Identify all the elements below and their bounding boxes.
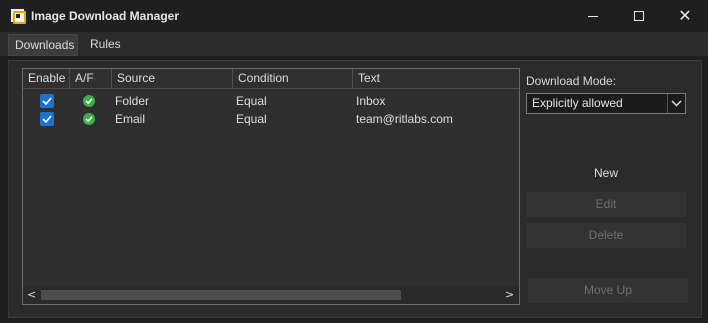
tab-downloads[interactable]: Downloads [8,34,78,56]
text-cell: team@ritlabs.com [356,112,453,126]
column-header-enable[interactable]: Enable [23,69,70,89]
app-icon [9,7,26,24]
table-row[interactable]: Email Equal team@ritlabs.com [23,110,519,128]
download-mode-value: Explicitly allowed [532,96,623,110]
column-header-text[interactable]: Text [353,69,519,89]
horizontal-scrollbar[interactable]: < > [23,286,519,304]
table-row[interactable]: Folder Equal Inbox [23,92,519,110]
maximize-button[interactable] [616,0,662,32]
column-header-source[interactable]: Source [112,69,233,89]
scroll-right-icon[interactable]: > [505,289,515,301]
chevron-down-icon[interactable] [667,94,685,113]
source-cell: Email [115,112,146,126]
delete-button[interactable]: Delete [526,223,686,248]
edit-button[interactable]: Edit [526,192,686,217]
window-title: Image Download Manager [31,9,180,23]
move-up-button[interactable]: Move Up [528,278,688,303]
close-button[interactable]: ✕ [662,0,708,32]
new-button[interactable]: New [526,161,686,186]
title-bar: Image Download Manager ✕ [0,0,708,32]
text-cell: Inbox [356,94,386,108]
enable-checkbox[interactable] [40,94,54,108]
scroll-left-icon[interactable]: < [27,289,37,301]
rules-grid: Enable A/F Source Condition Text Folder … [22,68,520,305]
minimize-button[interactable] [570,0,616,32]
download-mode-label: Download Mode: [526,74,617,88]
column-header-condition[interactable]: Condition [233,69,353,89]
enable-checkbox[interactable] [40,112,54,126]
grid-header: Enable A/F Source Condition Text [23,69,519,89]
column-header-af[interactable]: A/F [70,69,112,89]
scrollbar-thumb[interactable] [41,290,401,300]
checkmark-icon [42,115,52,123]
tab-bar: Downloads Rules [0,32,708,56]
condition-cell: Equal [236,112,267,126]
green-check-icon [83,113,95,125]
minimize-icon [588,15,598,17]
green-check-icon [83,95,95,107]
download-mode-select[interactable]: Explicitly allowed [526,93,686,114]
source-cell: Folder [115,94,150,108]
condition-cell: Equal [236,94,267,108]
checkmark-icon [42,97,52,105]
tab-rules[interactable]: Rules [84,34,126,56]
close-icon: ✕ [678,6,692,25]
maximize-icon [634,11,644,21]
